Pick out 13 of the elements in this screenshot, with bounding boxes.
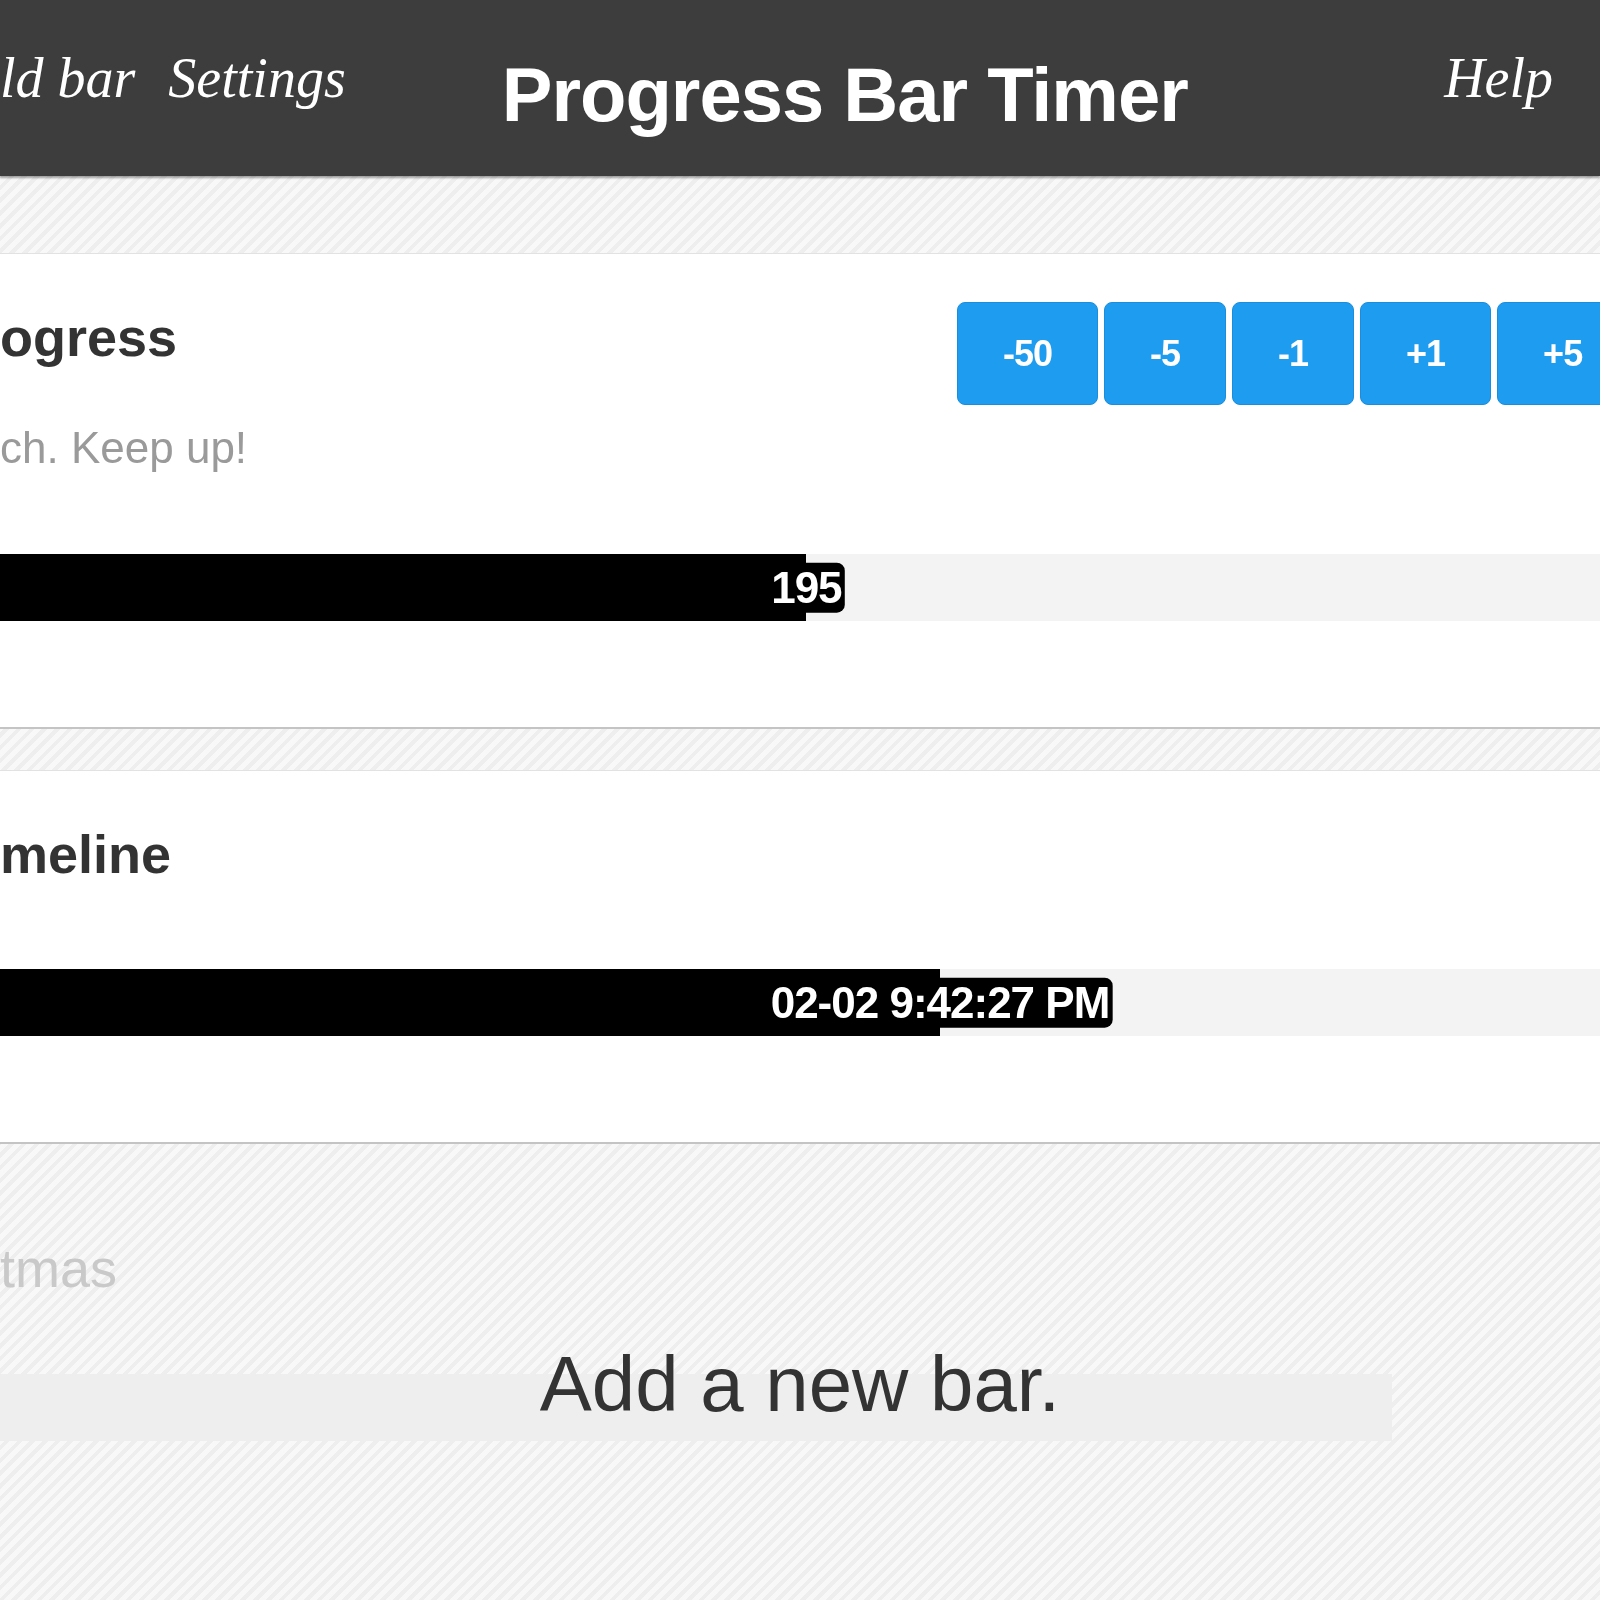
nav-link[interactable]: Help — [1444, 48, 1553, 110]
step-button[interactable]: +1 — [1360, 302, 1492, 405]
app-title: Progress Bar Timer — [501, 51, 1188, 140]
nav-link[interactable]: ld bar — [0, 48, 136, 110]
add-bar-link[interactable]: Add a new bar. — [539, 1342, 1061, 1428]
step-button[interactable]: -5 — [1104, 302, 1227, 405]
step-button[interactable]: +5 — [1497, 302, 1600, 405]
step-button[interactable]: -50 — [957, 302, 1099, 405]
bar-subtitle: ch. Keep up! — [0, 422, 249, 474]
nav-link[interactable]: Settings — [168, 48, 346, 110]
bar-title: meline — [0, 823, 173, 886]
bar-title: ogress — [0, 306, 179, 369]
step-button[interactable]: -1 — [1232, 302, 1355, 405]
